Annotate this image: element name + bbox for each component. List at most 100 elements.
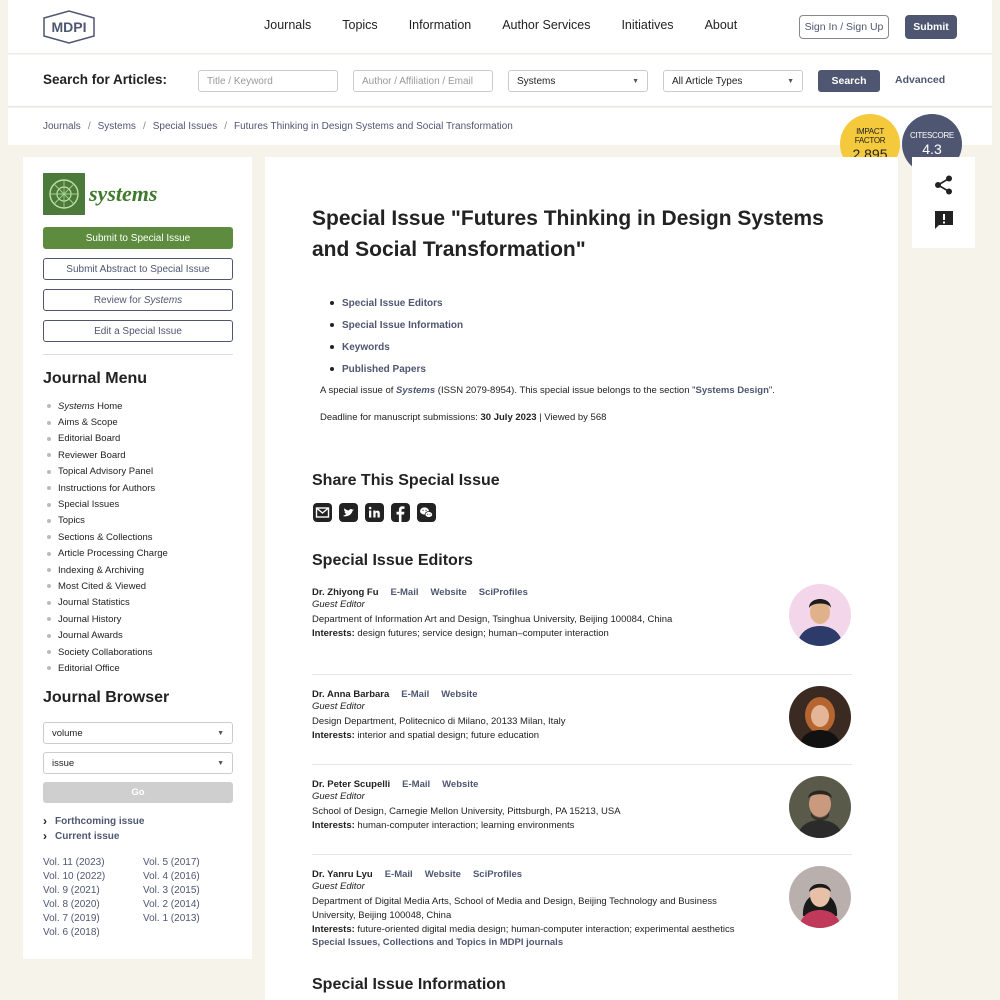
menu-item[interactable]: Topical Advisory Panel xyxy=(47,464,168,480)
editor-email-link[interactable]: E-Mail xyxy=(385,869,413,880)
journal-select-value: Systems xyxy=(517,75,556,87)
linkedin-icon[interactable] xyxy=(364,502,385,523)
editor-email-link[interactable]: E-Mail xyxy=(391,587,419,598)
author-input[interactable]: Author / Affiliation / Email xyxy=(353,70,493,92)
menu-item[interactable]: Journal Statistics xyxy=(47,595,168,611)
editor-website-link[interactable]: Website xyxy=(442,779,478,790)
submit-to-special-issue-button[interactable]: Submit to Special Issue xyxy=(43,227,233,249)
go-button[interactable]: Go xyxy=(43,782,233,803)
volume-link[interactable]: Vol. 7 (2019) xyxy=(43,913,105,927)
advanced-search-link[interactable]: Advanced xyxy=(895,74,945,86)
menu-item[interactable]: Special Issues xyxy=(47,496,168,512)
menu-item[interactable]: Sections & Collections xyxy=(47,529,168,545)
volume-link[interactable]: Vol. 2 (2014) xyxy=(143,899,200,913)
breadcrumb-special-issues[interactable]: Special Issues xyxy=(153,121,217,132)
menu-item[interactable]: Editorial Board xyxy=(47,431,168,447)
editor-website-link[interactable]: Website xyxy=(425,869,461,880)
menu-item[interactable]: Reviewer Board xyxy=(47,447,168,463)
avatar[interactable] xyxy=(789,866,851,928)
toc-item[interactable]: Published Papers xyxy=(330,358,463,380)
avatar[interactable] xyxy=(789,686,851,748)
submit-abstract-button[interactable]: Submit Abstract to Special Issue xyxy=(43,258,233,280)
editor-interests: Interests: design futures; service desig… xyxy=(312,628,609,639)
editor-divider xyxy=(312,764,852,765)
editor-sciprofiles-link[interactable]: SciProfiles xyxy=(479,587,528,598)
issue-select[interactable]: issue ▼ xyxy=(43,752,233,774)
search-bar: Search for Articles: Title / Keyword Aut… xyxy=(8,55,992,107)
avatar[interactable] xyxy=(789,584,851,646)
menu-item[interactable]: Society Collaborations xyxy=(47,644,168,660)
article-type-select[interactable]: All Article Types ▼ xyxy=(663,70,803,92)
volume-link[interactable]: Vol. 8 (2020) xyxy=(43,899,105,913)
menu-item[interactable]: Aims & Scope xyxy=(47,414,168,430)
nav-about[interactable]: About xyxy=(705,18,738,32)
current-issue-link[interactable]: › Current issue xyxy=(43,829,119,843)
avatar[interactable] xyxy=(789,776,851,838)
caret-down-icon: ▼ xyxy=(217,729,224,737)
article-type-value: All Article Types xyxy=(672,75,743,87)
volume-link[interactable]: Vol. 11 (2023) xyxy=(43,857,105,871)
facebook-icon[interactable] xyxy=(390,502,411,523)
forthcoming-issue-link[interactable]: › Forthcoming issue xyxy=(43,814,144,828)
menu-item[interactable]: Journal History xyxy=(47,611,168,627)
signin-button[interactable]: Sign In / Sign Up xyxy=(799,15,889,39)
main-content: Special Issue "Futures Thinking in Desig… xyxy=(265,157,898,1000)
editor-name: Dr. Zhiyong Fu xyxy=(312,586,379,598)
editor-website-link[interactable]: Website xyxy=(430,587,466,598)
review-for-journal-button[interactable]: Review for Systems xyxy=(43,289,233,311)
twitter-icon[interactable] xyxy=(338,502,359,523)
editor-website-link[interactable]: Website xyxy=(441,689,477,700)
nav-author-services[interactable]: Author Services xyxy=(502,18,590,32)
volume-link[interactable]: Vol. 1 (2013) xyxy=(143,913,200,927)
mdpi-logo-icon[interactable]: MDPI xyxy=(42,10,96,44)
volume-link[interactable]: Vol. 5 (2017) xyxy=(143,857,200,871)
email-icon[interactable] xyxy=(312,502,333,523)
submit-button[interactable]: Submit xyxy=(905,15,957,39)
breadcrumb: Journals / Systems / Special Issues / Futur… xyxy=(43,121,513,132)
journal-logo-icon[interactable] xyxy=(43,173,85,215)
share-icon[interactable] xyxy=(933,174,955,196)
wechat-icon[interactable] xyxy=(416,502,437,523)
share-title: Share This Special Issue xyxy=(312,472,500,489)
editor-card: Dr. Anna Barbara E-Mail Website Guest Ed… xyxy=(312,687,852,743)
menu-item[interactable]: Article Processing Charge xyxy=(47,546,168,562)
breadcrumb-systems[interactable]: Systems xyxy=(98,121,136,132)
volume-link[interactable]: Vol. 6 (2018) xyxy=(43,927,105,941)
menu-item[interactable]: Editorial Office xyxy=(47,660,168,676)
nav-information[interactable]: Information xyxy=(409,18,472,32)
editor-email-link[interactable]: E-Mail xyxy=(402,779,430,790)
nav-topics[interactable]: Topics xyxy=(342,18,377,32)
menu-item-home[interactable]: Systems Home xyxy=(47,398,168,414)
toc-item[interactable]: Special Issue Editors xyxy=(330,292,463,314)
volume-link[interactable]: Vol. 9 (2021) xyxy=(43,885,105,899)
side-tools xyxy=(912,157,975,248)
editor-role: Guest Editor xyxy=(312,791,365,802)
editor-sciprofiles-link[interactable]: SciProfiles xyxy=(473,869,522,880)
search-button[interactable]: Search xyxy=(818,70,880,92)
menu-item[interactable]: Topics xyxy=(47,513,168,529)
journal-select[interactable]: Systems ▼ xyxy=(508,70,648,92)
journal-link[interactable]: Systems xyxy=(396,385,435,396)
menu-item[interactable]: Journal Awards xyxy=(47,627,168,643)
nav-initiatives[interactable]: Initiatives xyxy=(621,18,673,32)
editor-email-link[interactable]: E-Mail xyxy=(401,689,429,700)
menu-item[interactable]: Instructions for Authors xyxy=(47,480,168,496)
volume-select[interactable]: volume ▼ xyxy=(43,722,233,744)
feedback-icon[interactable] xyxy=(933,209,955,231)
volume-link[interactable]: Vol. 10 (2022) xyxy=(43,871,105,885)
volume-link[interactable]: Vol. 4 (2016) xyxy=(143,871,200,885)
toc-item[interactable]: Keywords xyxy=(330,336,463,358)
journal-name[interactable]: systems xyxy=(89,181,157,207)
volume-link[interactable]: Vol. 3 (2015) xyxy=(143,885,200,899)
menu-item[interactable]: Indexing & Archiving xyxy=(47,562,168,578)
sidebar-divider xyxy=(43,354,233,355)
nav-journals[interactable]: Journals xyxy=(264,18,311,32)
editor-special-issues-link[interactable]: Special Issues, Collections and Topics i… xyxy=(312,937,852,951)
menu-item[interactable]: Most Cited & Viewed xyxy=(47,578,168,594)
breadcrumb-journals[interactable]: Journals xyxy=(43,121,81,132)
page-title: Special Issue "Futures Thinking in Desig… xyxy=(312,207,824,261)
edit-special-issue-button[interactable]: Edit a Special Issue xyxy=(43,320,233,342)
toc-item[interactable]: Special Issue Information xyxy=(330,314,463,336)
section-link[interactable]: Systems Design xyxy=(696,385,769,396)
keyword-input[interactable]: Title / Keyword xyxy=(198,70,338,92)
